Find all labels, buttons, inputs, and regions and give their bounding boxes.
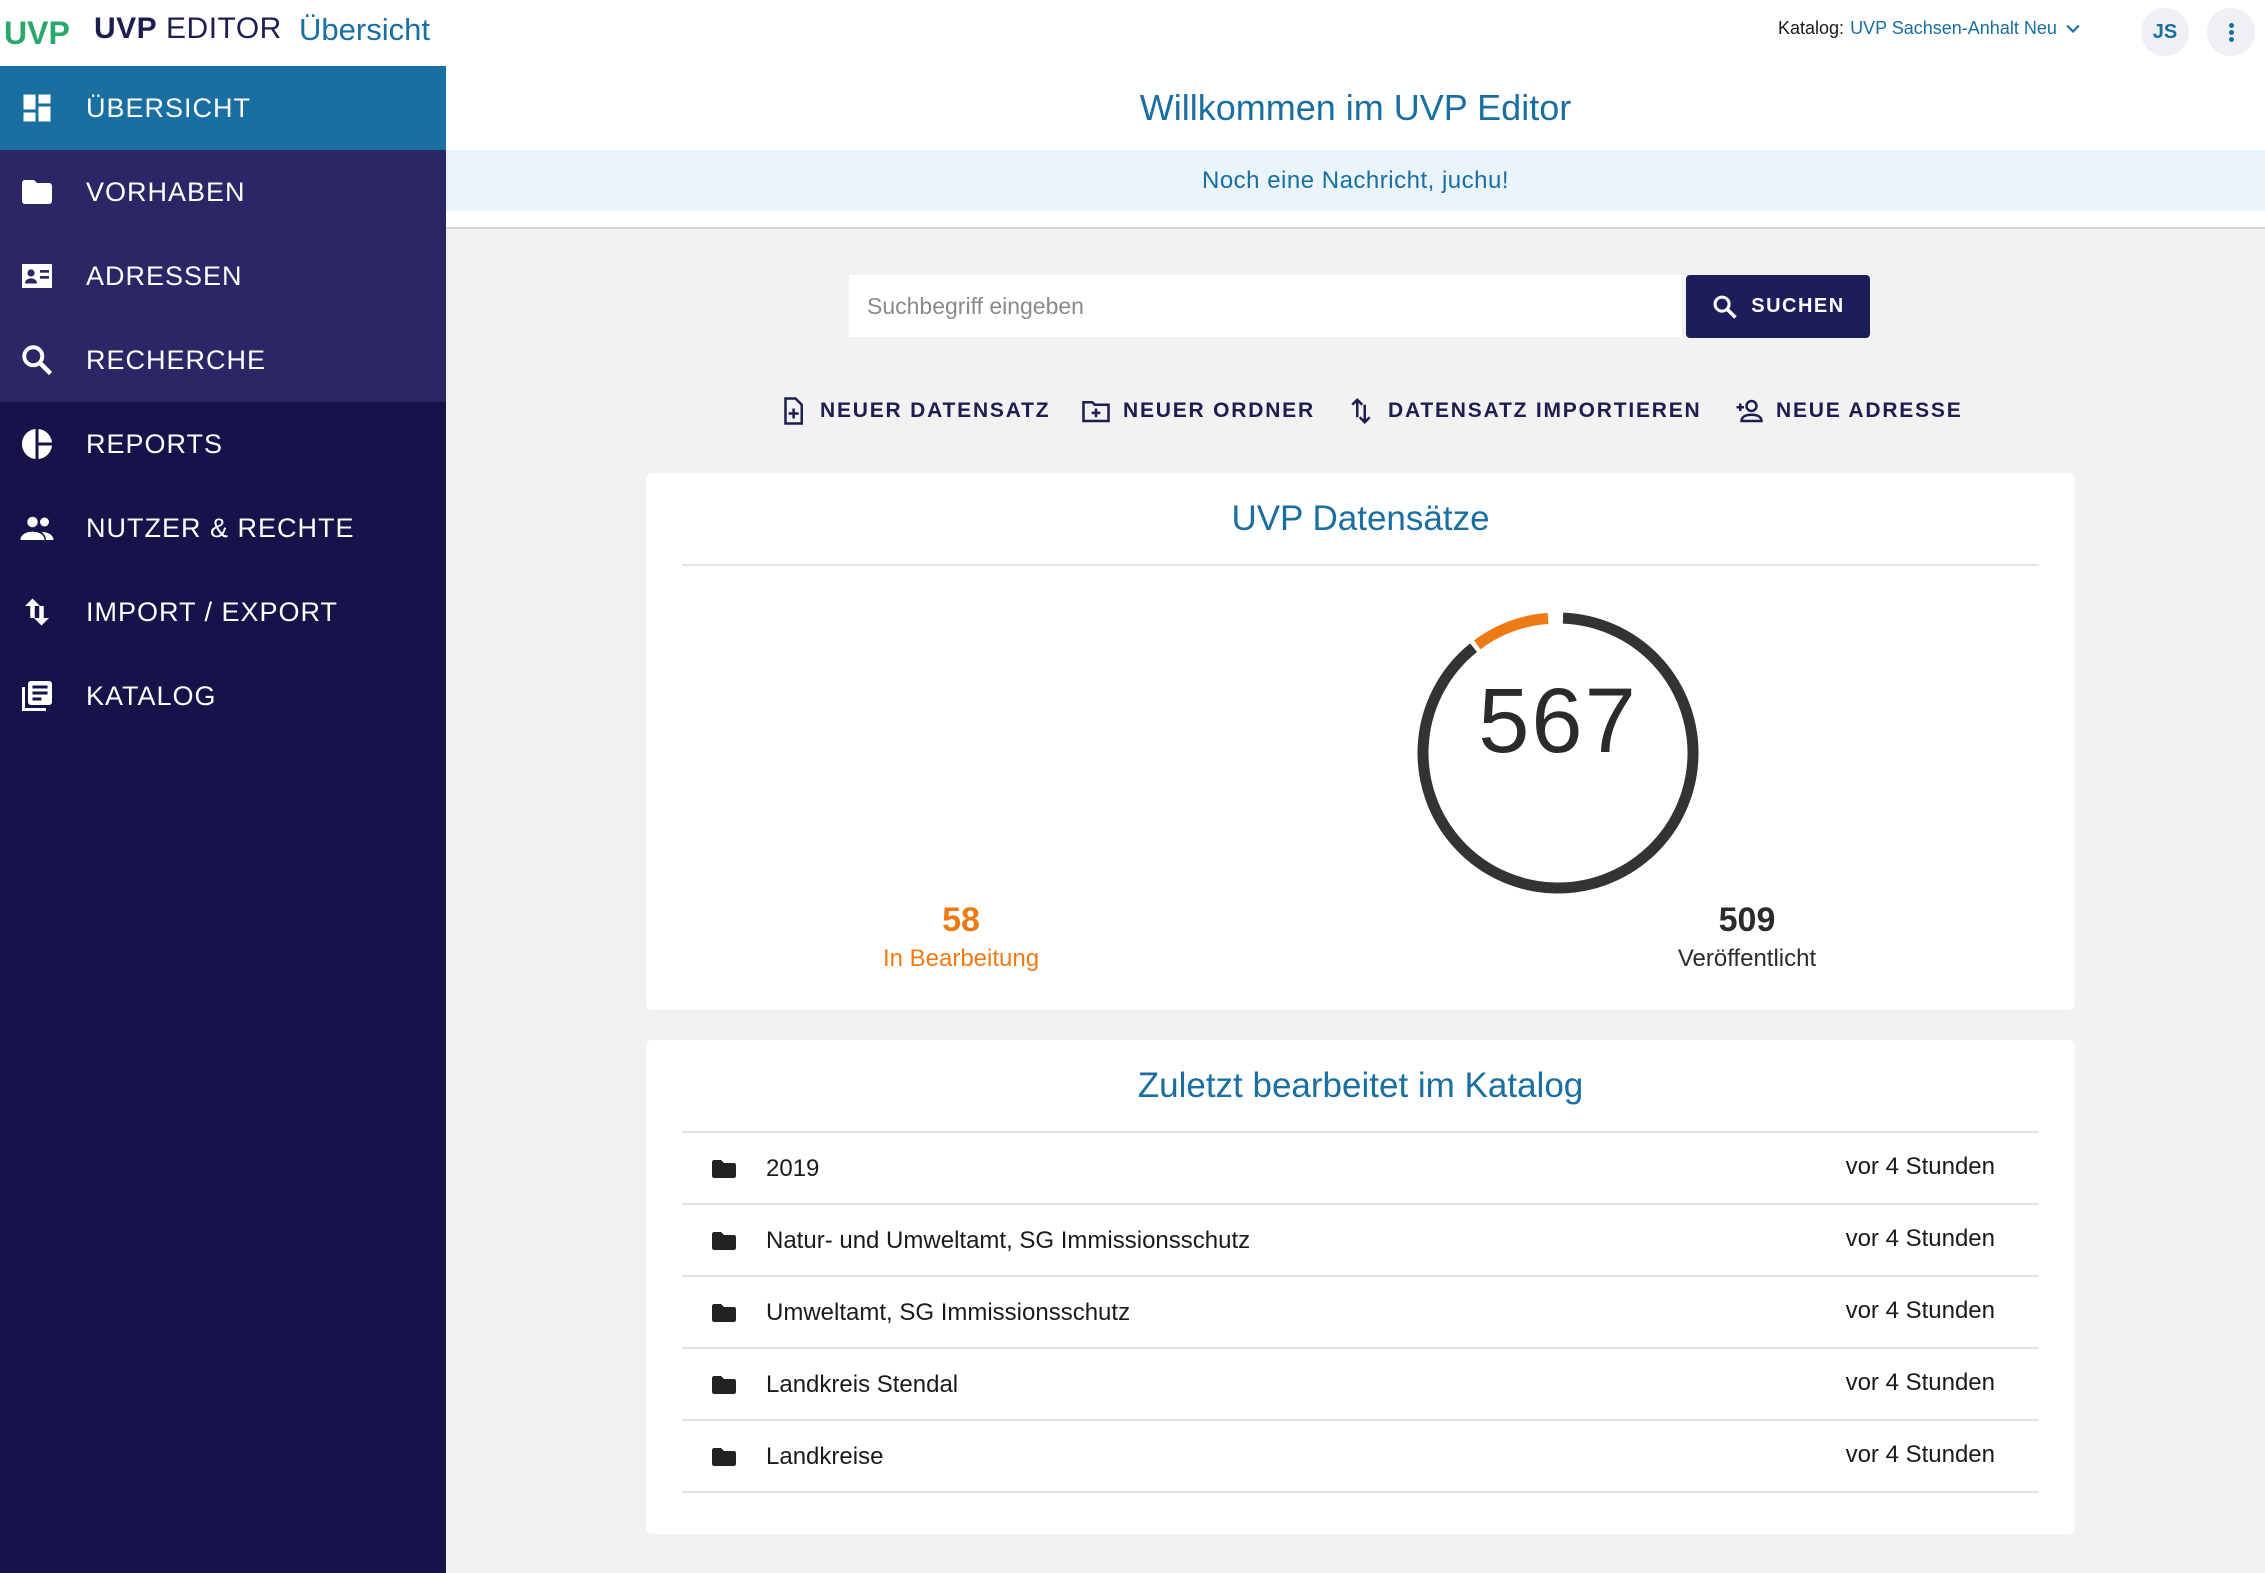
recent-item-time: vor 4 Stunden [1845, 1369, 1995, 1396]
new-document-icon [784, 397, 803, 425]
sidebar-item-label: KATALOG [86, 680, 217, 711]
sidebar-item-vorhaben[interactable]: VORHABEN [0, 150, 446, 234]
more-menu-button[interactable] [2207, 8, 2255, 56]
recent-item-name: Umweltamt, SG Immissionsschutz [766, 1299, 1131, 1326]
action-label: NEUE ADRESSE [1776, 399, 1963, 422]
sidebar-item-label: RECHERCHE [86, 344, 267, 375]
in-progress-label: In Bearbeitung [882, 945, 1040, 972]
folder-icon [712, 1232, 736, 1250]
search-button[interactable]: SUCHEN [1686, 275, 1870, 338]
sidebar-item-label: IMPORT / EXPORT [86, 596, 339, 627]
new-record-button[interactable]: NEUER DATENSATZ [778, 391, 1050, 431]
add-person-icon [1736, 399, 1763, 423]
folder-icon [22, 180, 52, 204]
search-button-label: SUCHEN [1751, 295, 1845, 317]
recent-item-time: vor 4 Stunden [1845, 1297, 1995, 1324]
total-records-count: 567 [1478, 670, 1638, 772]
published-count: 509 [1718, 901, 1776, 939]
recent-item-time: vor 4 Stunden [1845, 1153, 1995, 1180]
app-name-bold: UVP [94, 12, 158, 45]
dashboard-icon [23, 94, 51, 122]
action-label: DATENSATZ IMPORTIEREN [1388, 399, 1702, 422]
people-icon [20, 516, 54, 540]
catalog-value: UVP Sachsen-Anhalt Neu [1850, 18, 2057, 38]
recent-row[interactable]: Landkreise vor 4 Stunden [682, 1421, 2039, 1493]
new-address-button[interactable]: NEUE ADRESSE [1734, 391, 1963, 431]
action-label: NEUER ORDNER [1123, 399, 1315, 422]
recent-row[interactable]: 2019 vor 4 Stunden [682, 1133, 2039, 1205]
sidebar-item-label: ADRESSEN [86, 260, 243, 291]
sidebar: ÜBERSICHT VORHABEN ADRESSEN RECHERCHE RE… [0, 66, 446, 1573]
banner-divider [446, 227, 2265, 229]
more-vert-icon [2228, 21, 2234, 44]
search-input[interactable] [849, 275, 1682, 337]
recent-card-title: Zuletzt bearbeitet im Katalog [1137, 1066, 1584, 1105]
folder-icon [712, 1376, 736, 1394]
library-icon [22, 681, 52, 711]
chevron-down-icon [2066, 24, 2080, 33]
folder-icon [712, 1304, 736, 1322]
recent-item-time: vor 4 Stunden [1845, 1225, 1995, 1252]
sidebar-item-label: REPORTS [86, 428, 224, 459]
import-icon [1351, 397, 1371, 425]
notice-banner: Noch eine Nachricht, juchu! [446, 150, 2265, 211]
sidebar-item-uebersicht[interactable]: ÜBERSICHT [0, 66, 446, 150]
main-content: Willkommen im UVP Editor Noch eine Nachr… [446, 66, 2265, 1573]
banner-spacer [446, 211, 2265, 227]
search-icon [1713, 295, 1738, 319]
card-divider [682, 564, 2039, 566]
recent-row[interactable]: Landkreis Stendal vor 4 Stunden [682, 1349, 2039, 1421]
sidebar-item-import-export[interactable]: IMPORT / EXPORT [0, 570, 446, 654]
recent-item-name: Landkreise [766, 1443, 884, 1470]
sidebar-item-label: ÜBERSICHT [86, 92, 252, 123]
sidebar-item-recherche[interactable]: RECHERCHE [0, 318, 446, 402]
sidebar-item-label: VORHABEN [86, 176, 246, 207]
recent-item-name: 2019 [766, 1155, 820, 1182]
sidebar-item-reports[interactable]: REPORTS [0, 402, 446, 486]
uvp-logo[interactable]: UVP [4, 12, 72, 52]
published-label: Veröffentlicht [1677, 945, 1817, 972]
catalog-selector[interactable]: Katalog: UVP Sachsen-Anhalt Neu [1778, 18, 2083, 39]
app-name-rest: EDITOR [166, 12, 282, 45]
search-icon [22, 345, 53, 376]
new-folder-icon [1082, 401, 1110, 423]
contact-card-icon [22, 264, 52, 288]
stats-card: UVP Datensätze 567 58 In Bearbeitung 509… [646, 473, 2075, 1010]
in-progress-count: 58 [942, 901, 980, 939]
svg-text:UVP: UVP [4, 15, 70, 51]
user-avatar[interactable]: JS [2141, 8, 2189, 56]
sidebar-item-nutzer-rechte[interactable]: NUTZER & RECHTE [0, 486, 446, 570]
import-export-icon [25, 598, 49, 626]
catalog-label: Katalog: [1778, 18, 1845, 38]
top-app-bar: UVP UVP EDITOR Übersicht Katalog: UVP Sa… [0, 0, 2265, 66]
pie-chart-icon [22, 429, 52, 459]
welcome-heading: Willkommen im UVP Editor [446, 66, 2265, 150]
action-label: NEUER DATENSATZ [820, 399, 1051, 422]
sidebar-item-label: NUTZER & RECHTE [86, 512, 355, 543]
recent-item-name: Natur- und Umweltamt, SG Immissionsschut… [766, 1227, 1251, 1254]
new-folder-button[interactable]: NEUER ORDNER [1081, 391, 1315, 431]
recent-item-time: vor 4 Stunden [1845, 1441, 1995, 1468]
sidebar-item-adressen[interactable]: ADRESSEN [0, 234, 446, 318]
folder-icon [712, 1160, 736, 1178]
import-record-button[interactable]: DATENSATZ IMPORTIEREN [1346, 391, 1702, 431]
page-title: Übersicht [299, 12, 430, 47]
recent-item-name: Landkreis Stendal [766, 1371, 959, 1398]
recent-card: Zuletzt bearbeitet im Katalog 2019 vor 4… [646, 1040, 2075, 1534]
folder-icon [712, 1448, 736, 1466]
stats-card-title: UVP Datensätze [1231, 499, 1490, 538]
recent-row[interactable]: Umweltamt, SG Immissionsschutz vor 4 Stu… [682, 1277, 2039, 1349]
sidebar-item-katalog[interactable]: KATALOG [0, 654, 446, 738]
recent-row[interactable]: Natur- und Umweltamt, SG Immissionsschut… [682, 1205, 2039, 1277]
app-title: UVP EDITOR [94, 12, 282, 46]
